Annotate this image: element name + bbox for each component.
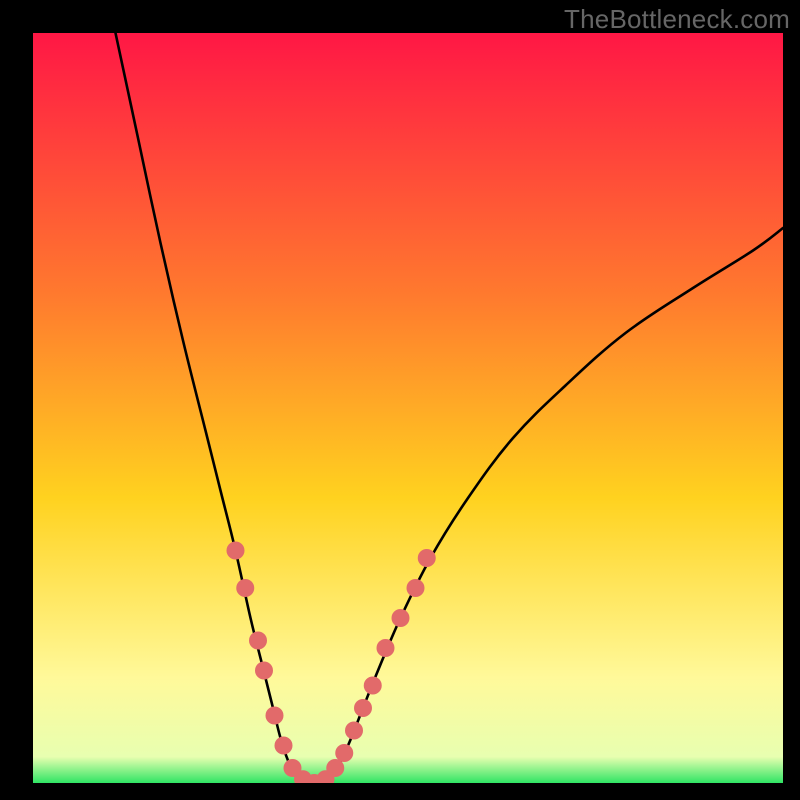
curve-marker [377,639,395,657]
curve-marker [326,759,344,777]
curve-marker [335,744,353,762]
curve-marker [364,677,382,695]
chart-svg [33,33,783,783]
watermark-text: TheBottleneck.com [564,4,790,35]
curve-marker [236,579,254,597]
curve-marker [407,579,425,597]
curve-marker [392,609,410,627]
curve-marker [227,542,245,560]
bottleneck-chart [33,33,783,783]
curve-marker [275,737,293,755]
curve-marker [354,699,372,717]
curve-marker [345,722,363,740]
curve-marker [249,632,267,650]
chart-frame: TheBottleneck.com [0,0,800,800]
curve-marker [418,549,436,567]
curve-marker [266,707,284,725]
curve-marker [255,662,273,680]
gradient-background [33,33,783,783]
